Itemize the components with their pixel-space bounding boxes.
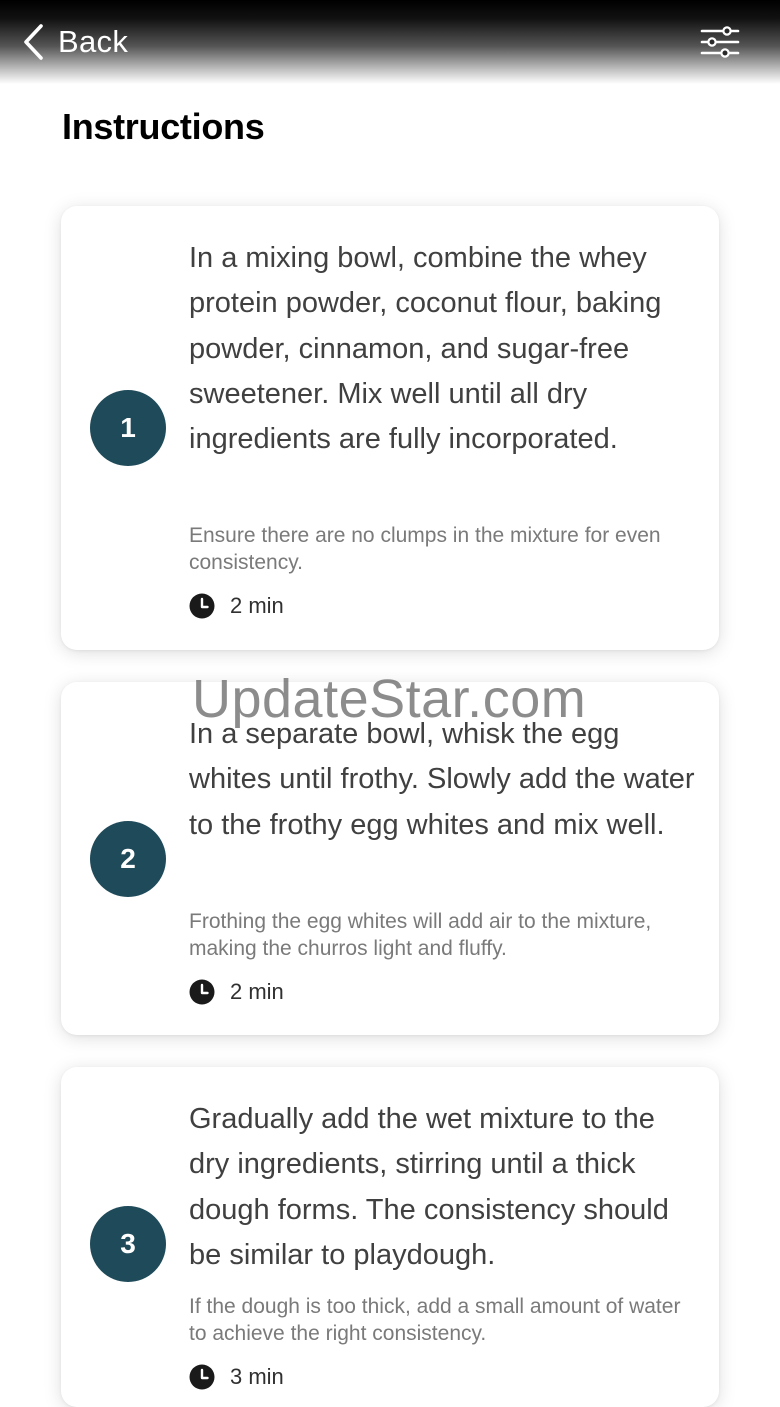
filter-settings-button[interactable] (700, 24, 740, 60)
back-label: Back (58, 24, 129, 59)
clock-icon (189, 1364, 230, 1390)
step-duration-label: 2 min (230, 593, 284, 618)
clock-icon (189, 979, 230, 1005)
navigation-bar: Back (0, 0, 780, 84)
step-card-1: 1 In a mixing bowl, combine the whey pro… (61, 206, 719, 650)
step-duration: 3 min (189, 1364, 284, 1390)
step-description: In a mixing bowl, combine the whey prote… (189, 242, 662, 456)
sliders-icon (700, 26, 740, 64)
step-card-3: 3 Gradually add the wet mixture to the d… (61, 1067, 719, 1407)
step-duration: 2 min (189, 979, 284, 1005)
step-tip: Frothing the egg whites will add air to … (189, 910, 652, 960)
step-description: Gradually add the wet mixture to the dry… (189, 1103, 669, 1271)
step-card-2: 2 In a separate bowl, whisk the egg whit… (61, 682, 719, 1035)
step-number-badge: 2 (90, 821, 166, 897)
step-tip: Ensure there are no clumps in the mixtur… (189, 524, 661, 574)
step-description: In a separate bowl, whisk the egg whites… (189, 718, 695, 841)
step-duration: 2 min (189, 593, 284, 619)
step-duration-label: 3 min (230, 1364, 284, 1389)
chevron-left-icon (22, 23, 44, 61)
back-button[interactable]: Back (22, 22, 128, 62)
page-title: Instructions (62, 106, 265, 147)
step-number-badge: 3 (90, 1206, 166, 1282)
step-duration-label: 2 min (230, 979, 284, 1004)
clock-icon (189, 593, 230, 619)
step-number-badge: 1 (90, 390, 166, 466)
step-tip: If the dough is too thick, add a small a… (189, 1295, 681, 1345)
